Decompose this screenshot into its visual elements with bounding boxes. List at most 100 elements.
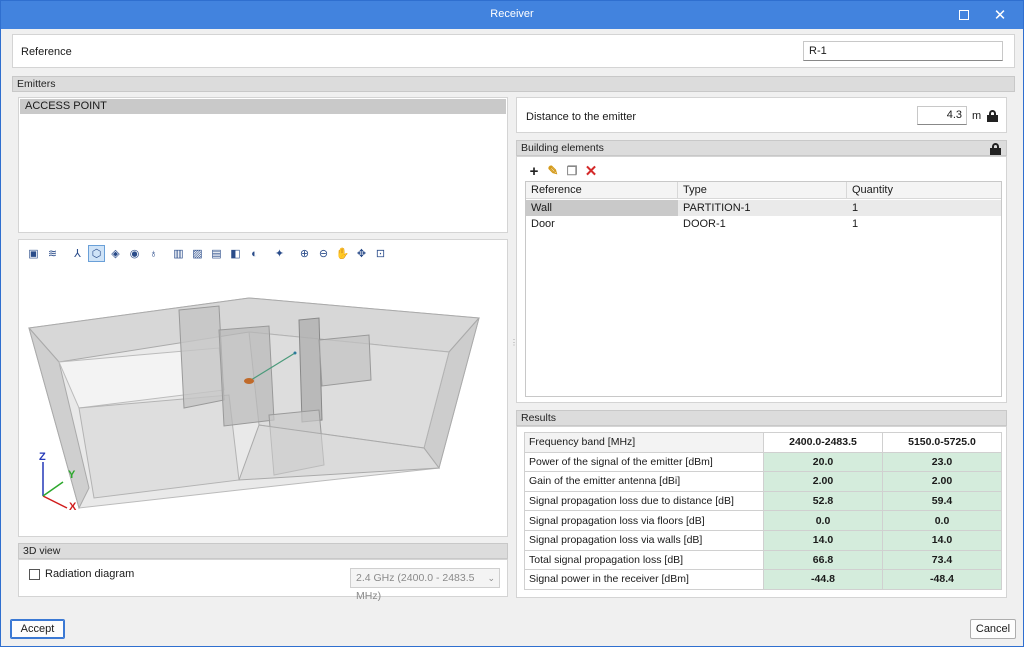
result-label: Signal power in the receiver [dBm]	[524, 569, 764, 590]
copy-icon[interactable]: ❐	[565, 164, 579, 178]
frequency-select-value: 2.4 GHz (2400.0 - 2483.5 MHz)	[356, 572, 475, 602]
plan-icon[interactable]: ▤	[208, 245, 225, 262]
select-box-icon[interactable]: ▨	[189, 245, 206, 262]
result-value: 14.0	[882, 529, 1002, 551]
column-header-quantity[interactable]: Quantity	[847, 182, 893, 198]
edit-pencil-icon[interactable]: ✎	[546, 163, 560, 178]
result-label: Total signal propagation loss [dB]	[524, 549, 764, 571]
zoom-extents-icon[interactable]: ⊕	[296, 245, 313, 262]
result-value: 52.8	[763, 490, 883, 512]
list-item[interactable]: ACCESS POINT	[20, 99, 506, 114]
table-row: Frequency band [MHz] 2400.0-2483.5 5150.…	[524, 432, 1002, 453]
3d-viewport[interactable]: ▣ ≋ ⅄ ⬡ ◈ ◉ ♁ ▥ ▨ ▤ ◧ ◐ ✦ ⊕ ⊖ ✋ ✥ ⊡ Z Y …	[18, 239, 508, 537]
radiation-diagram-label[interactable]: Radiation diagram	[45, 568, 134, 580]
cell-type[interactable]: PARTITION-1	[678, 200, 750, 216]
lock-icon[interactable]	[990, 143, 1001, 155]
y-axis-line	[42, 481, 64, 497]
3d-mode-icon[interactable]: ▣	[25, 245, 42, 262]
interior-wall	[318, 334, 372, 387]
3d-view-options: Radiation diagram 2.4 GHz (2400.0 - 2483…	[18, 559, 508, 602]
receiver-marker	[293, 351, 297, 355]
axes-icon[interactable]: ⅄	[69, 245, 86, 262]
interior-wall	[218, 325, 275, 427]
table-row: Signal propagation loss via floors [dB] 0…	[524, 510, 1002, 531]
interior-wall	[178, 305, 225, 409]
room-floor	[78, 394, 240, 499]
distance-input[interactable]: 4.3	[917, 106, 967, 125]
orbit-icon[interactable]: ♁	[145, 245, 162, 262]
pan-hand-icon[interactable]: ✋	[334, 245, 351, 262]
table-row: Signal propagation loss due to distance …	[524, 490, 1002, 512]
cube-icon[interactable]: ◧	[227, 245, 244, 262]
result-value: 0.0	[882, 510, 1002, 531]
emitters-header: Emitters	[12, 76, 1015, 92]
cell-quantity[interactable]: 1	[847, 200, 858, 216]
close-button[interactable]: ✕	[977, 1, 1023, 29]
radiation-diagram-checkbox[interactable]	[29, 569, 40, 580]
distance-label: Distance to the emitter	[526, 111, 637, 123]
zoom-window-icon[interactable]: ⊡	[372, 245, 389, 262]
zoom-icon[interactable]: ⊖	[315, 245, 332, 262]
layers-icon[interactable]: ≋	[44, 245, 61, 262]
cell-type[interactable]: DOOR-1	[678, 216, 726, 232]
building-elements-title: Building elements	[521, 142, 604, 154]
3d-view-header: 3D view	[18, 543, 508, 559]
x-axis-label: X	[69, 501, 77, 513]
results-table: Frequency band [MHz] 2400.0-2483.5 5150.…	[524, 432, 1002, 590]
result-value: 2.00	[882, 471, 1002, 492]
close-icon: ✕	[993, 7, 1007, 24]
3d-toolbar: ▣ ≋ ⅄ ⬡ ◈ ◉ ♁ ▥ ▨ ▤ ◧ ◐ ✦ ⊕ ⊖ ✋ ✥ ⊡	[25, 245, 389, 263]
result-value: 73.4	[882, 549, 1002, 571]
wireframe-icon[interactable]: ◈	[107, 245, 124, 262]
cell-quantity[interactable]: 1	[847, 216, 858, 232]
column-header-type[interactable]: Type	[678, 182, 707, 198]
frequency-select[interactable]: 2.4 GHz (2400.0 - 2483.5 MHz) ⌄	[350, 568, 500, 602]
column-header-reference[interactable]: Reference	[526, 182, 582, 198]
splitter-handle[interactable]: ⋮	[510, 339, 518, 357]
result-label: Gain of the emitter antenna [dBi]	[524, 471, 764, 492]
building-elements-header: Building elements	[516, 140, 1007, 156]
section-icon[interactable]: ▥	[170, 245, 187, 262]
toolbar-separator	[265, 245, 269, 262]
visibility-icon[interactable]: ◐	[246, 245, 263, 262]
shaded-view-icon[interactable]: ⬡	[88, 245, 105, 262]
result-label: Power of the signal of the emitter [dBm]	[524, 451, 764, 473]
frequency-band-label: Frequency band [MHz]	[524, 432, 764, 453]
eye-rotate-icon[interactable]: ◉	[126, 245, 143, 262]
table-row: Gain of the emitter antenna [dBi] 2.00 2.0…	[524, 471, 1002, 492]
delete-icon[interactable]: ✕	[584, 163, 598, 180]
emitters-list[interactable]: ACCESS POINT	[18, 97, 508, 233]
title-bar[interactable]: Receiver ✕	[1, 1, 1023, 29]
reference-row: Reference R-1	[12, 34, 1015, 68]
z-axis-label: Z	[39, 451, 46, 463]
result-value: 59.4	[882, 490, 1002, 512]
results-panel: Frequency band [MHz] 2400.0-2483.5 5150.…	[516, 426, 1007, 598]
lock-icon[interactable]	[987, 110, 998, 122]
3d-label-icon[interactable]: ✦	[271, 245, 288, 262]
add-icon[interactable]: +	[527, 163, 541, 180]
interior-wall	[298, 317, 323, 423]
result-value: 0.0	[763, 510, 883, 531]
result-value: 20.0	[763, 451, 883, 473]
cancel-button[interactable]: Cancel	[970, 619, 1016, 639]
band-header: 2400.0-2483.5	[763, 432, 883, 453]
x-axis-line	[42, 495, 68, 509]
building-3d-scene[interactable]: Z Y X	[19, 270, 508, 537]
cell-reference[interactable]: Door	[526, 216, 678, 232]
chevron-down-icon: ⌄	[487, 573, 495, 583]
move-icon[interactable]: ✥	[353, 245, 370, 262]
result-label: Signal propagation loss via walls [dB]	[524, 529, 764, 551]
reference-input[interactable]: R-1	[803, 41, 1003, 61]
y-axis-label: Y	[68, 469, 76, 481]
building-elements-table: Reference Type Quantity Wall PARTITION-1…	[525, 181, 1002, 397]
cell-reference[interactable]: Wall	[526, 200, 678, 216]
accept-button[interactable]: Accept	[10, 619, 65, 639]
table-row[interactable]: Wall PARTITION-1 1	[526, 200, 1001, 216]
result-value: 2.00	[763, 471, 883, 492]
window-title: Receiver	[490, 8, 534, 20]
table-row[interactable]: Door DOOR-1 1	[526, 216, 1001, 232]
reference-label: Reference	[21, 46, 72, 58]
toolbar-separator	[164, 245, 168, 262]
results-header: Results	[516, 410, 1007, 426]
result-value: 23.0	[882, 451, 1002, 473]
